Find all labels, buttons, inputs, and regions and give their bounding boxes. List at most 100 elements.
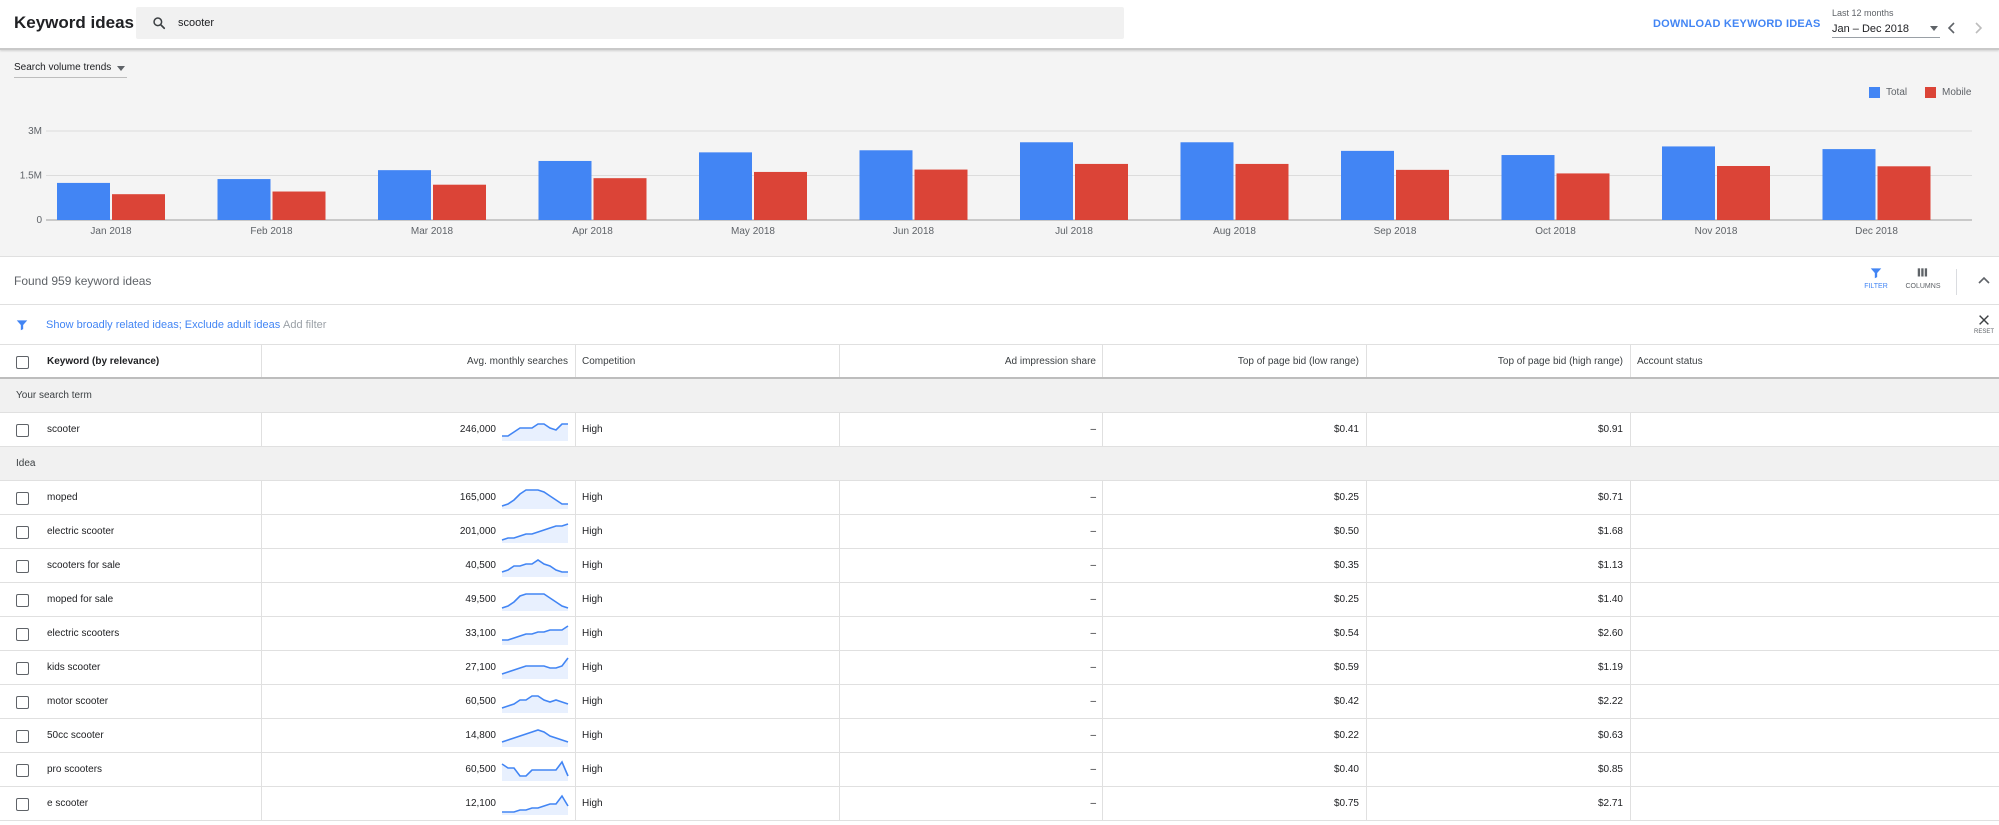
- cell-bid-low: $0.41: [1333, 424, 1359, 435]
- bar-total-sep-2018: [1341, 150, 1394, 220]
- header-top-bid-high[interactable]: Top of page bid (high range): [1366, 345, 1623, 377]
- column-divider: [575, 719, 576, 752]
- column-divider: [1630, 481, 1631, 514]
- cell-bid-high: $0.91: [1597, 424, 1623, 435]
- x-tick-label: Feb 2018: [250, 226, 293, 237]
- cell-keyword[interactable]: electric scooters: [47, 617, 247, 650]
- sparkline-area: [502, 762, 568, 781]
- y-tick-label: 0: [36, 215, 42, 226]
- header-competition[interactable]: Competition: [582, 345, 832, 377]
- row-checkbox[interactable]: [16, 662, 29, 675]
- sparkline-area: [502, 490, 568, 509]
- search-volume-chart-panel: Search volume trends Total Mobile 0 1.5M 3…: [0, 50, 1999, 257]
- table-row[interactable]: electric scooter 201,000 High – $0.50 $1.68: [0, 515, 1999, 549]
- row-checkbox[interactable]: [16, 764, 29, 777]
- cell-keyword[interactable]: 50cc scooter: [47, 719, 247, 752]
- chevron-left-icon[interactable]: [1944, 20, 1960, 36]
- bar-total-may-2018: [699, 152, 752, 220]
- cell-bid-low: $0.25: [1333, 594, 1359, 605]
- table-row[interactable]: scooter 246,000 High – $0.41 $0.91: [0, 413, 1999, 447]
- cell-keyword[interactable]: electric scooter: [47, 515, 247, 548]
- cell-keyword[interactable]: pro scooters: [47, 753, 247, 786]
- column-divider: [575, 481, 576, 514]
- x-tick-label: Jun 2018: [893, 226, 935, 237]
- columns-button[interactable]: COLUMNS: [1903, 266, 1943, 290]
- cell-bid-high: $2.71: [1597, 798, 1623, 809]
- x-tick-label: Apr 2018: [572, 226, 613, 237]
- cell-competition: High: [582, 764, 603, 775]
- filter-button[interactable]: FILTER: [1856, 266, 1896, 290]
- date-range-value: Jan – Dec 2018: [1832, 23, 1910, 35]
- chevron-up-icon[interactable]: [1976, 273, 1992, 289]
- reset-button[interactable]: RESET: [1972, 313, 1996, 335]
- cell-competition: High: [582, 628, 603, 639]
- row-checkbox[interactable]: [16, 594, 29, 607]
- x-tick-label: May 2018: [731, 226, 775, 237]
- cell-keyword[interactable]: moped for sale: [47, 583, 247, 616]
- bar-mobile-may-2018: [754, 171, 807, 220]
- table-row[interactable]: pro scooters 60,500 High – $0.40 $0.85: [0, 753, 1999, 787]
- cell-bid-low: $0.25: [1333, 492, 1359, 503]
- column-divider: [575, 345, 576, 377]
- header-account-status[interactable]: Account status: [1637, 345, 1937, 377]
- table-header-row: Keyword (by relevance) Avg. monthly sear…: [0, 345, 1999, 379]
- table-row[interactable]: e scooter 12,100 High – $0.75 $2.71: [0, 787, 1999, 821]
- sparkline-area: [502, 658, 568, 679]
- cell-bid-low: $0.22: [1333, 730, 1359, 741]
- search-volume-trends-select[interactable]: Search volume trends: [14, 62, 128, 78]
- cell-competition: High: [582, 526, 603, 537]
- cell-searches: 60,500: [465, 696, 496, 707]
- search-box[interactable]: [136, 7, 1124, 39]
- cell-keyword[interactable]: moped: [47, 481, 247, 514]
- add-filter-link[interactable]: Add filter: [283, 319, 326, 331]
- cell-impression: –: [1090, 424, 1096, 435]
- cell-keyword[interactable]: motor scooter: [47, 685, 247, 718]
- select-all-checkbox[interactable]: [16, 356, 29, 369]
- trend-sparkline: [501, 559, 568, 577]
- x-tick-label: Jul 2018: [1055, 226, 1093, 237]
- row-checkbox[interactable]: [16, 798, 29, 811]
- table-row[interactable]: motor scooter 60,500 High – $0.42 $2.22: [0, 685, 1999, 719]
- table-row[interactable]: moped 165,000 High – $0.25 $0.71: [0, 481, 1999, 515]
- header-keyword[interactable]: Keyword (by relevance): [47, 345, 247, 377]
- cell-keyword[interactable]: scooters for sale: [47, 549, 247, 582]
- table-row[interactable]: scooters for sale 40,500 High – $0.35 $1.13: [0, 549, 1999, 583]
- table-row[interactable]: moped for sale 49,500 High – $0.25 $1.40: [0, 583, 1999, 617]
- results-summary-bar: Found 959 keyword ideas FILTER COLUMNS: [0, 257, 1999, 305]
- row-checkbox[interactable]: [16, 492, 29, 505]
- table-row[interactable]: electric scooters 33,100 High – $0.54 $2.60: [0, 617, 1999, 651]
- active-filter-chip[interactable]: Show broadly related ideas; Exclude adul…: [46, 319, 280, 331]
- trend-sparkline: [501, 657, 569, 679]
- download-keyword-ideas-button[interactable]: DOWNLOAD KEYWORD IDEAS: [1653, 18, 1821, 30]
- legend-mobile[interactable]: Mobile: [1925, 87, 1971, 98]
- bar-mobile-oct-2018: [1556, 173, 1610, 220]
- cell-keyword[interactable]: e scooter: [47, 787, 247, 820]
- cell-bid-high: $2.60: [1597, 628, 1623, 639]
- row-checkbox[interactable]: [16, 730, 29, 743]
- row-checkbox[interactable]: [16, 628, 29, 641]
- row-checkbox[interactable]: [16, 696, 29, 709]
- header-ad-impression-share[interactable]: Ad impression share: [839, 345, 1096, 377]
- row-checkbox[interactable]: [16, 526, 29, 539]
- header-top-bid-low[interactable]: Top of page bid (low range): [1102, 345, 1359, 377]
- legend-total[interactable]: Total: [1869, 87, 1907, 98]
- row-checkbox[interactable]: [16, 560, 29, 573]
- sparkline-area: [502, 626, 568, 645]
- bar-total-aug-2018: [1180, 142, 1234, 220]
- column-divider: [575, 583, 576, 616]
- column-divider: [575, 685, 576, 718]
- cell-keyword[interactable]: kids scooter: [47, 651, 247, 684]
- header-avg-monthly-searches[interactable]: Avg. monthly searches: [261, 345, 568, 377]
- column-divider: [1630, 787, 1631, 820]
- chevron-right-icon[interactable]: [1970, 20, 1986, 36]
- table-row[interactable]: 50cc scooter 14,800 High – $0.22 $0.63: [0, 719, 1999, 753]
- cell-competition: High: [582, 424, 603, 435]
- row-checkbox[interactable]: [16, 424, 29, 437]
- table-row[interactable]: kids scooter 27,100 High – $0.59 $1.19: [0, 651, 1999, 685]
- cell-impression: –: [1090, 730, 1096, 741]
- bar-mobile-aug-2018: [1235, 163, 1289, 220]
- date-range-select[interactable]: Jan – Dec 2018: [1832, 20, 1940, 38]
- cell-keyword[interactable]: scooter: [47, 413, 247, 446]
- cell-bid-high: $1.13: [1597, 560, 1623, 571]
- search-input[interactable]: [178, 7, 1078, 39]
